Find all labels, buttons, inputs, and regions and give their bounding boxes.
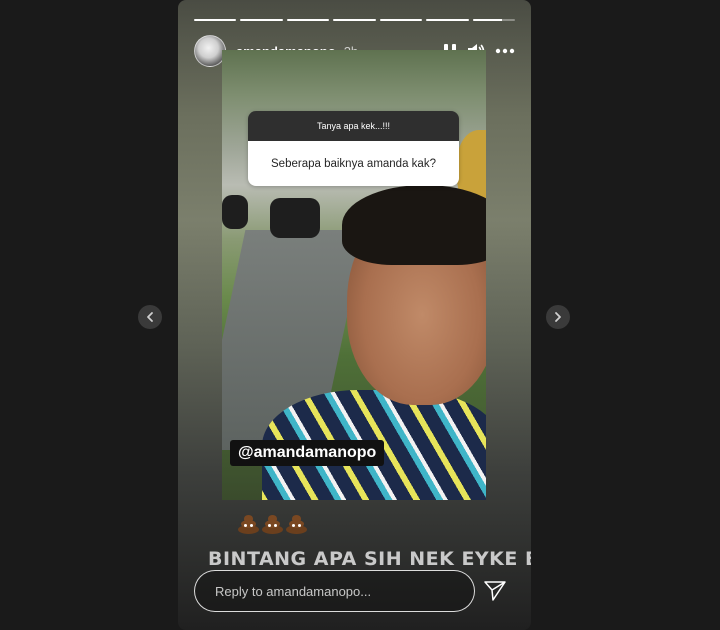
progress-segment xyxy=(240,19,283,21)
reply-input[interactable] xyxy=(215,583,455,599)
pile-of-poo-icon xyxy=(286,512,307,534)
progress-fill xyxy=(472,19,503,21)
progress-fill xyxy=(286,19,330,21)
pile-of-poo-icon xyxy=(238,512,259,534)
next-story-button[interactable] xyxy=(546,305,570,329)
progress-fill xyxy=(426,19,469,21)
emoji-row xyxy=(238,512,307,534)
send-button[interactable] xyxy=(482,579,508,603)
progress-fill xyxy=(194,19,237,21)
progress-fill xyxy=(333,19,376,21)
progress-segment xyxy=(286,19,330,21)
progress-segment xyxy=(379,19,423,21)
question-sticker-title: Tanya apa kek...!!! xyxy=(248,111,459,141)
story-progress-bar xyxy=(194,19,515,21)
progress-segment xyxy=(333,19,376,21)
reply-box[interactable] xyxy=(194,570,475,612)
previous-story-button[interactable] xyxy=(138,305,162,329)
story-card[interactable]: amandamanopo 2h xyxy=(178,0,531,630)
chevron-left-icon xyxy=(147,312,153,322)
question-sticker[interactable]: Tanya apa kek...!!! Seberapa baiknya ama… xyxy=(248,111,459,186)
story-viewer: amandamanopo 2h xyxy=(0,0,720,630)
question-sticker-text: Seberapa baiknya amanda kak? xyxy=(248,141,459,186)
chevron-right-icon xyxy=(555,312,561,322)
more-icon xyxy=(495,48,515,54)
progress-segment xyxy=(194,19,237,21)
story-caption: BINTANG APA SIH NEK EYKE BINGUNG xyxy=(208,548,531,570)
progress-fill xyxy=(379,19,423,21)
send-icon xyxy=(484,581,506,601)
pile-of-poo-icon xyxy=(262,512,283,534)
mention-sticker[interactable]: @amandamanopo xyxy=(230,440,385,466)
progress-segment xyxy=(426,19,469,21)
progress-fill xyxy=(240,19,283,21)
more-options-button[interactable] xyxy=(495,48,515,54)
progress-segment xyxy=(472,19,515,21)
